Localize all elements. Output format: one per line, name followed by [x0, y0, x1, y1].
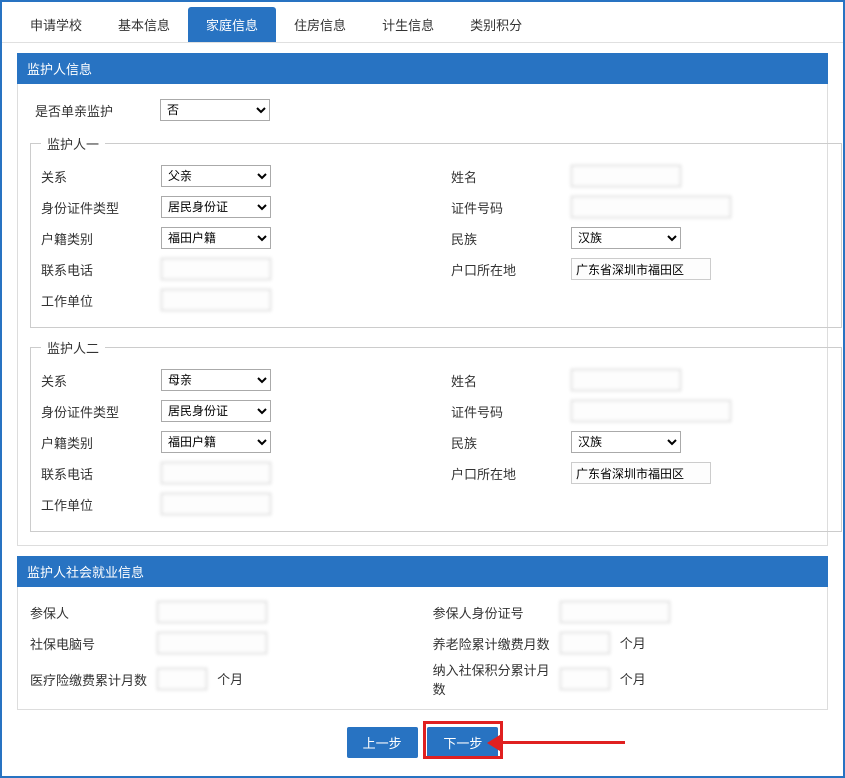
- single-parent-select[interactable]: 否: [160, 99, 270, 121]
- guardian-form: 是否单亲监护 否 监护人一 关系 父亲 姓名: [17, 84, 828, 546]
- guardian2-legend: 监护人二: [41, 338, 105, 357]
- tab-basic-info[interactable]: 基本信息: [100, 7, 188, 42]
- g1-work-input[interactable]: [161, 289, 271, 311]
- g1-idno-input[interactable]: [571, 196, 731, 218]
- pension-months-unit: 个月: [620, 636, 646, 651]
- g2-idtype-label: 身份证件类型: [41, 402, 161, 421]
- tab-housing-info[interactable]: 住房信息: [276, 7, 364, 42]
- section-header-guardian: 监护人信息: [17, 53, 828, 84]
- social-score-input[interactable]: [560, 668, 610, 690]
- g1-name-input[interactable]: [571, 165, 681, 187]
- medical-months-label: 医疗险缴费累计月数: [30, 670, 157, 689]
- pension-months-input[interactable]: [560, 632, 610, 654]
- g2-idno-label: 证件号码: [421, 402, 571, 421]
- g1-hujiloc-label: 户口所在地: [421, 260, 571, 279]
- tab-birth-info[interactable]: 计生信息: [364, 7, 452, 42]
- insured-person-input[interactable]: [157, 601, 267, 623]
- g2-relation-select[interactable]: 母亲: [161, 369, 271, 391]
- guardian1-legend: 监护人一: [41, 134, 105, 153]
- g2-phone-label: 联系电话: [41, 464, 161, 483]
- g1-idtype-label: 身份证件类型: [41, 198, 161, 217]
- pension-months-label: 养老险累计缴费月数: [403, 634, 560, 653]
- g1-huji-label: 户籍类别: [41, 229, 161, 248]
- guardian1-fieldset: 监护人一 关系 父亲 姓名 身份证件类型 居民身份证 证: [30, 134, 842, 328]
- g2-phone-input[interactable]: [161, 462, 271, 484]
- g2-ethnic-select[interactable]: 汉族: [571, 431, 681, 453]
- g2-work-label: 工作单位: [41, 495, 161, 514]
- g1-work-label: 工作单位: [41, 291, 161, 310]
- tab-apply-school[interactable]: 申请学校: [12, 7, 100, 42]
- section-social-info: 监护人社会就业信息 参保人 参保人身份证号 社保电脑号 养老险累计缴费月数: [17, 556, 828, 710]
- g2-idno-input[interactable]: [571, 400, 731, 422]
- g2-ethnic-label: 民族: [421, 433, 571, 452]
- footer: 上一步 下一步: [2, 715, 843, 776]
- insured-id-input[interactable]: [560, 601, 670, 623]
- medical-months-unit: 个月: [217, 672, 243, 687]
- g2-work-input[interactable]: [161, 493, 271, 515]
- g1-phone-label: 联系电话: [41, 260, 161, 279]
- social-pc-label: 社保电脑号: [30, 634, 157, 653]
- g2-hujiloc-input[interactable]: [571, 462, 711, 484]
- social-score-label: 纳入社保积分累计月数: [403, 660, 560, 698]
- g2-huji-select[interactable]: 福田户籍: [161, 431, 271, 453]
- g1-relation-select[interactable]: 父亲: [161, 165, 271, 187]
- guardian2-fieldset: 监护人二 关系 母亲 姓名 身份证件类型 居民身份证 证: [30, 338, 842, 532]
- tab-family-info[interactable]: 家庭信息: [188, 7, 276, 42]
- g2-huji-label: 户籍类别: [41, 433, 161, 452]
- g1-idno-label: 证件号码: [421, 198, 571, 217]
- social-pc-input[interactable]: [157, 632, 267, 654]
- prev-button[interactable]: 上一步: [347, 727, 418, 758]
- g2-name-label: 姓名: [421, 371, 571, 390]
- social-form: 参保人 参保人身份证号 社保电脑号 养老险累计缴费月数 个月: [17, 587, 828, 710]
- g1-huji-select[interactable]: 福田户籍: [161, 227, 271, 249]
- g2-idtype-select[interactable]: 居民身份证: [161, 400, 271, 422]
- next-button[interactable]: 下一步: [427, 727, 498, 758]
- tab-bar: 申请学校 基本信息 家庭信息 住房信息 计生信息 类别积分: [2, 2, 843, 43]
- g1-idtype-select[interactable]: 居民身份证: [161, 196, 271, 218]
- g1-ethnic-select[interactable]: 汉族: [571, 227, 681, 249]
- g2-name-input[interactable]: [571, 369, 681, 391]
- medical-months-input[interactable]: [157, 668, 207, 690]
- g1-name-label: 姓名: [421, 167, 571, 186]
- g1-phone-input[interactable]: [161, 258, 271, 280]
- g1-hujiloc-input[interactable]: [571, 258, 711, 280]
- section-guardian-info: 监护人信息 是否单亲监护 否 监护人一 关系 父亲 姓名: [17, 53, 828, 546]
- tab-category-score[interactable]: 类别积分: [452, 7, 540, 42]
- single-parent-label: 是否单亲监护: [30, 101, 160, 120]
- social-score-unit: 个月: [620, 672, 646, 687]
- g2-relation-label: 关系: [41, 371, 161, 390]
- g1-relation-label: 关系: [41, 167, 161, 186]
- page-container: 申请学校 基本信息 家庭信息 住房信息 计生信息 类别积分 监护人信息 是否单亲…: [0, 0, 845, 778]
- g2-hujiloc-label: 户口所在地: [421, 464, 571, 483]
- g1-ethnic-label: 民族: [421, 229, 571, 248]
- section-header-social: 监护人社会就业信息: [17, 556, 828, 587]
